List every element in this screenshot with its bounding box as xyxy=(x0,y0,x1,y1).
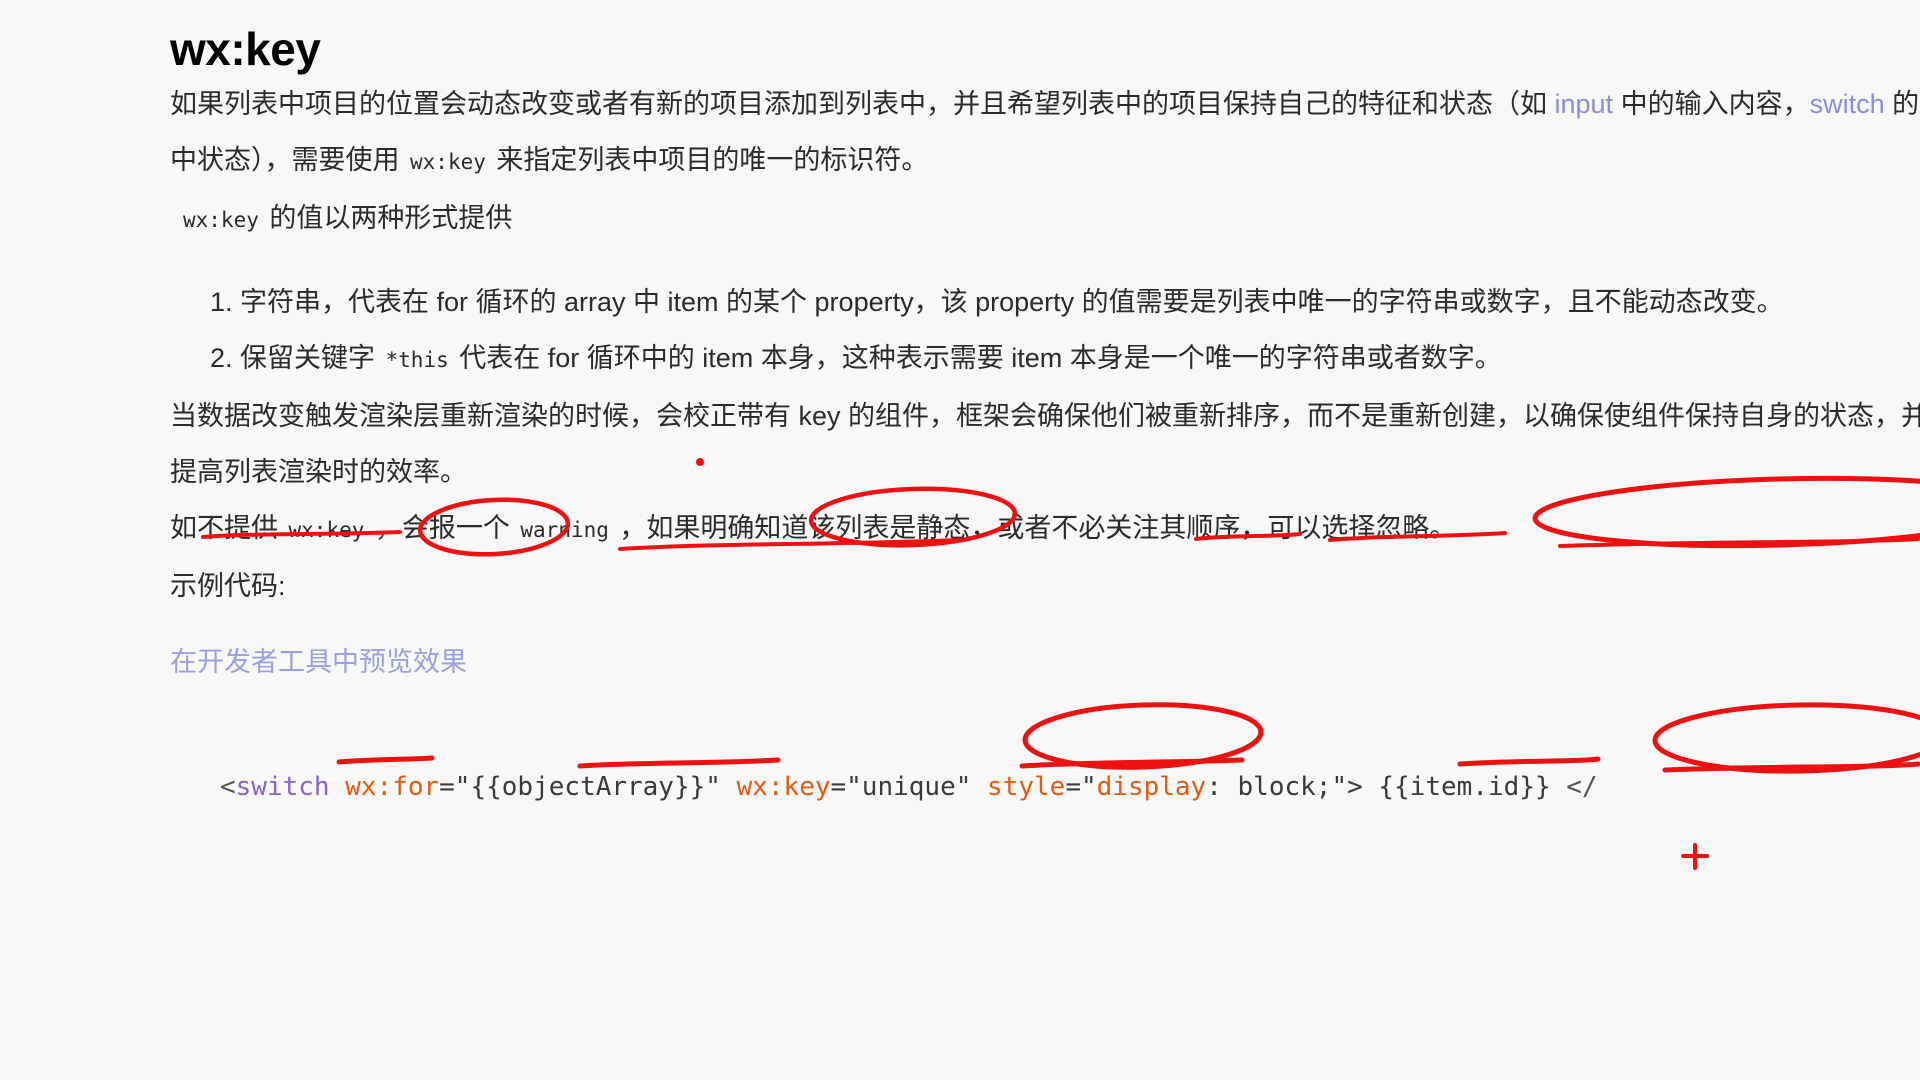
code-block: <switch wx:for="{{objectArray}}" wx:key=… xyxy=(220,764,1920,810)
link-switch[interactable]: switch xyxy=(1810,89,1885,119)
list-item-2-seg2: 代表在 for 循环中的 item 本身，这种表示需要 item 本身是一个唯一… xyxy=(451,343,1502,373)
list-item: 字符串，代表在 for 循环的 array 中 item 的某个 propert… xyxy=(240,274,1920,330)
document-page: wx:key 如果列表中项目的位置会动态改变或者有新的项目添加到列表中，并且希望… xyxy=(0,0,1920,1080)
warning-segment-1: 如不提供 xyxy=(170,513,286,543)
intro-segment-2: 中的输入内容， xyxy=(1613,89,1810,119)
warning-paragraph: 如不提供 wx:key ，会报一个 warning ，如果明确知道该列表是静态，… xyxy=(170,500,1920,558)
explain-paragraph: 当数据改变触发渲染层重新渲染的时候，会校正带有 key 的组件，框架会确保他们被… xyxy=(170,401,1920,487)
value-forms-line: wx:key 的值以两种形式提供 xyxy=(170,190,1920,248)
code-wxkey-warning: wx:key xyxy=(288,518,365,542)
code-wxkey-intro: wx:key xyxy=(410,150,486,174)
sample-heading: 示例代码: xyxy=(170,571,286,601)
intro-paragraph: 如果列表中项目的位置会动态改变或者有新的项目添加到列表中，并且希望列表中的项目保… xyxy=(170,76,1920,190)
code-token: </ xyxy=(1566,772,1598,802)
document-content: wx:key 如果列表中项目的位置会动态改变或者有新的项目添加到列表中，并且希望… xyxy=(170,0,1920,810)
list-item-1-text: 字符串，代表在 for 循环的 array 中 item 的某个 propert… xyxy=(240,287,1784,317)
page-title: wx:key xyxy=(170,23,321,75)
code-token: switch xyxy=(235,772,330,802)
list-item-2-seg1: 保留关键字 xyxy=(240,343,383,373)
code-token: ="{{objectArray}}" xyxy=(439,772,737,802)
list-item: 保留关键字 *this 代表在 for 循环中的 item 本身，这种表示需要 … xyxy=(240,330,1920,388)
code-token: wx:for xyxy=(345,772,440,802)
code-token: ="unique" xyxy=(830,772,988,802)
link-input[interactable]: input xyxy=(1555,89,1614,119)
code-warning-word: warning xyxy=(520,518,609,542)
code-token: display xyxy=(1096,772,1207,802)
code-token: wx:key xyxy=(736,772,831,802)
code-this-keyword: *this xyxy=(385,348,449,372)
code-token: =" xyxy=(1065,772,1097,802)
preview-in-devtools-link[interactable]: 在开发者工具中预览效果 xyxy=(170,640,1920,684)
code-token: < xyxy=(220,772,236,802)
value-forms-text: 的值以两种形式提供 xyxy=(261,203,513,233)
code-token: style xyxy=(987,772,1066,802)
value-forms-list: 字符串，代表在 for 循环的 array 中 item 的某个 propert… xyxy=(170,274,1920,388)
code-token: : block;"> {{item.id}} xyxy=(1206,772,1567,802)
code-wxkey-valueform: wx:key xyxy=(183,208,259,232)
warning-segment-3: ，如果明确知道该列表是静态，或者不必关注其顺序，可以选择忽略。 xyxy=(611,513,1457,543)
intro-segment-4: 来指定列表中项目的唯一的标识符。 xyxy=(488,145,929,175)
plus-mark xyxy=(1681,843,1709,870)
intro-segment-1: 如果列表中项目的位置会动态改变或者有新的项目添加到列表中，并且希望列表中的项目保… xyxy=(170,89,1555,119)
warning-segment-2: ，会报一个 xyxy=(367,513,518,543)
